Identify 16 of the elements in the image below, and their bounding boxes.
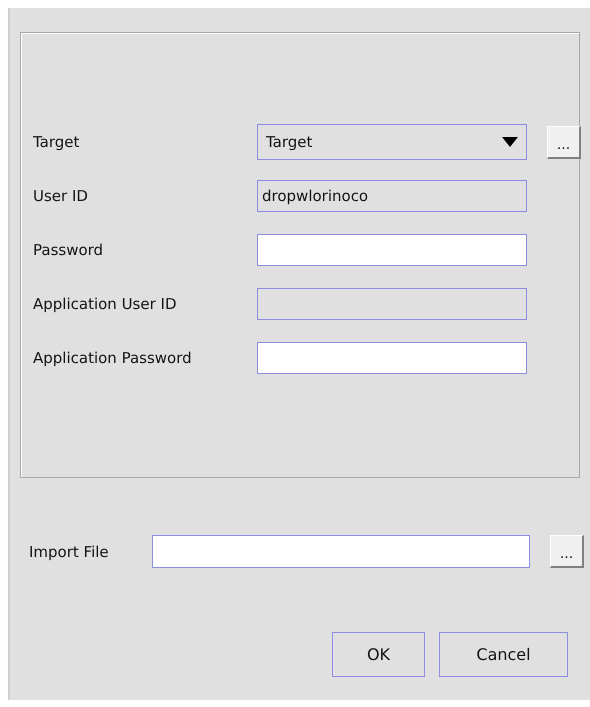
field-label: Application Password bbox=[33, 349, 193, 367]
field-label: Target bbox=[33, 133, 80, 151]
field-label: Application User ID bbox=[33, 295, 178, 313]
field-label: Password bbox=[33, 241, 104, 259]
field-label: Import File bbox=[29, 542, 110, 560]
field-label: User ID bbox=[33, 187, 89, 205]
text-field[interactable] bbox=[257, 234, 527, 266]
file-field[interactable] bbox=[152, 535, 530, 568]
browse-button[interactable]: ... bbox=[550, 535, 584, 568]
target-dropdown[interactable]: Target bbox=[257, 124, 527, 160]
text-field[interactable] bbox=[257, 342, 527, 374]
browse-button[interactable]: ... bbox=[547, 126, 581, 158]
dropdown-arrow-icon[interactable] bbox=[502, 137, 518, 147]
dropdown-value: Target bbox=[266, 133, 312, 151]
cancel-button[interactable]: Cancel bbox=[439, 632, 568, 677]
ok-button[interactable]: OK bbox=[332, 632, 425, 677]
